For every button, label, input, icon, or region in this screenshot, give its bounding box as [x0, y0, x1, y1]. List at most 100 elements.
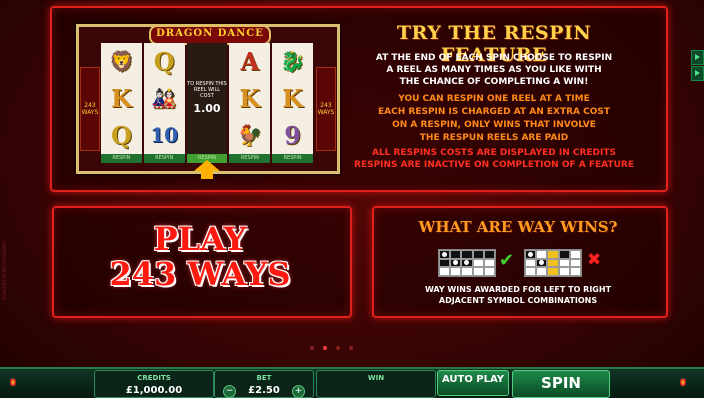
respin-cost-value: 1.00 — [193, 102, 221, 115]
win-display: WIN — [316, 370, 436, 398]
respin-button[interactable]: RESPIN — [143, 154, 185, 163]
grid-cell — [547, 267, 559, 276]
reel-symbol: A — [240, 46, 260, 76]
play-ways-line: PLAY — [153, 220, 247, 258]
play-243-ways-heading: PLAY 243 WAYS — [52, 222, 348, 292]
feature-notes: ALL RESPINS COSTS ARE DISPLAYED IN CREDI… — [344, 147, 644, 171]
powered-by-text: POWERED BY MICROGAMING™ — [2, 238, 7, 300]
credits-label: CREDITS — [137, 374, 171, 382]
lion-dance-symbol: 🦁 — [108, 49, 134, 73]
rooster-symbol: 🐓 — [237, 123, 263, 147]
bet-label: BET — [256, 374, 272, 382]
grid-cell — [558, 250, 570, 259]
reel-symbol: K — [239, 83, 261, 113]
way-wins-desc-line: ADJACENT SYMBOL COMBINATIONS — [438, 296, 598, 305]
grid-cell — [439, 267, 451, 276]
reel-symbol: 10 — [150, 123, 179, 147]
grid-cell — [483, 258, 495, 268]
respin-button[interactable]: RESPIN — [272, 154, 313, 163]
bet-increase-button[interactable]: + — [292, 385, 305, 398]
grid-cell — [439, 258, 451, 268]
respin-button[interactable]: RESPIN — [229, 154, 271, 163]
autoplay-button[interactable]: AUTO PLAY — [437, 370, 509, 396]
respin-cost-info: TO RESPIN THIS REEL WILL COST 1.00 — [187, 43, 228, 153]
grid-cell — [483, 250, 495, 259]
reel-symbol: Q — [153, 46, 175, 76]
grid-cell — [472, 250, 484, 259]
feature-description: AT THE END OF EACH SPIN CHOOSE TO RESPIN… — [344, 52, 644, 88]
grid-cell — [558, 267, 570, 276]
grid-cell — [472, 258, 484, 268]
dragon-symbol: 🐉 — [280, 49, 306, 73]
grid-cell — [472, 267, 484, 276]
feature-line: A REEL AS MANY TIMES AS YOU LIKE WITH — [386, 65, 602, 75]
feature-rules: YOU CAN RESPIN ONE REEL AT A TIME EACH R… — [344, 93, 644, 145]
grid-cell — [569, 267, 581, 276]
spin-button[interactable]: SPIN — [512, 370, 610, 398]
cross-icon: ✖ — [587, 250, 602, 270]
grid-cell — [525, 267, 537, 276]
lantern-decoration: 🏮 — [8, 378, 18, 387]
up-arrow-stem — [201, 170, 213, 179]
credits-value: £1,000.00 — [125, 385, 183, 396]
grid-cell — [569, 250, 581, 259]
ways-badge-right: 243 WAYS — [316, 67, 336, 151]
feature-rule-line: EACH RESPIN IS CHARGED AT AN EXTRA COST — [378, 107, 610, 117]
page-indicator — [310, 346, 353, 350]
grid-cell — [536, 250, 548, 259]
last-page-arrow-icon[interactable] — [691, 66, 704, 81]
next-page-arrow-icon[interactable] — [691, 50, 704, 65]
page-dot[interactable] — [349, 346, 353, 350]
grid-cell — [536, 258, 548, 268]
way-win-example-valid — [438, 249, 496, 277]
ways-badge-left: 243 WAYS — [80, 67, 100, 151]
grid-cell — [450, 250, 462, 259]
reel-1: 🦁 K Q RESPIN — [101, 43, 142, 163]
reels-preview: DRAGON DANCE 243 WAYS 243 WAYS 🦁 K Q RES… — [76, 24, 340, 174]
feature-note-line: ALL RESPINS COSTS ARE DISPLAYED IN CREDI… — [371, 148, 617, 158]
grid-cell — [461, 250, 473, 259]
grid-cell — [525, 250, 537, 259]
lantern-decoration: 🏮 — [678, 378, 688, 387]
way-win-example-invalid — [524, 249, 582, 277]
feature-line: THE CHANCE OF COMPLETING A WIN! — [399, 77, 589, 87]
credits-display: CREDITS £1,000.00 — [94, 370, 214, 398]
reel-2: Q 🎎 10 RESPIN — [143, 43, 185, 163]
way-wins-desc-line: WAY WINS AWARDED FOR LEFT TO RIGHT — [424, 285, 612, 294]
bet-display: BET − £2.50 + — [214, 370, 314, 398]
grid-cell — [439, 250, 451, 259]
feature-line: AT THE END OF EACH SPIN CHOOSE TO RESPIN — [375, 53, 613, 63]
grid-cell — [461, 258, 473, 268]
grid-cell — [547, 250, 559, 259]
reel-symbol: 9 — [284, 120, 301, 150]
grid-cell — [461, 267, 473, 276]
way-wins-title: WHAT ARE WAY WINS? — [418, 218, 618, 236]
grid-cell — [450, 267, 462, 276]
page-dot[interactable] — [310, 346, 314, 350]
reel-symbol: Q — [110, 120, 132, 150]
reel-3-held: TO RESPIN THIS REEL WILL COST 1.00 RESPI… — [186, 43, 228, 163]
way-wins-description: WAY WINS AWARDED FOR LEFT TO RIGHT ADJAC… — [372, 284, 664, 306]
win-label: WIN — [367, 374, 385, 382]
page-dot-active[interactable] — [323, 346, 327, 350]
play-ways-line: 243 WAYS — [109, 255, 291, 293]
grid-cell — [569, 258, 581, 268]
page-dot[interactable] — [336, 346, 340, 350]
reel-5: 🐉 K 9 RESPIN — [272, 43, 313, 163]
grid-cell — [525, 258, 537, 268]
grid-cell — [547, 258, 559, 268]
respin-button[interactable]: RESPIN — [101, 154, 142, 163]
feature-rule-line: YOU CAN RESPIN ONE REEL AT A TIME — [398, 94, 590, 104]
reels-title: DRAGON DANCE — [149, 25, 271, 45]
feature-note-line: RESPINS ARE INACTIVE ON COMPLETION OF A … — [354, 160, 634, 170]
feature-rule-line: THE RESPUN REELS ARE PAID — [419, 133, 569, 143]
grid-cell — [450, 258, 462, 268]
reel-symbol: K — [282, 83, 304, 113]
reel-4: A K 🐓 RESPIN — [229, 43, 271, 163]
grid-cell — [558, 258, 570, 268]
dancer-symbol: 🎎 — [151, 86, 177, 110]
check-icon: ✔ — [499, 250, 515, 271]
feature-rule-line: ON A RESPIN, ONLY WINS THAT INVOLVE — [392, 120, 596, 130]
reel-grid: 🦁 K Q RESPIN Q 🎎 10 RESPIN TO RESPIN THI… — [101, 43, 313, 163]
grid-cell — [483, 267, 495, 276]
